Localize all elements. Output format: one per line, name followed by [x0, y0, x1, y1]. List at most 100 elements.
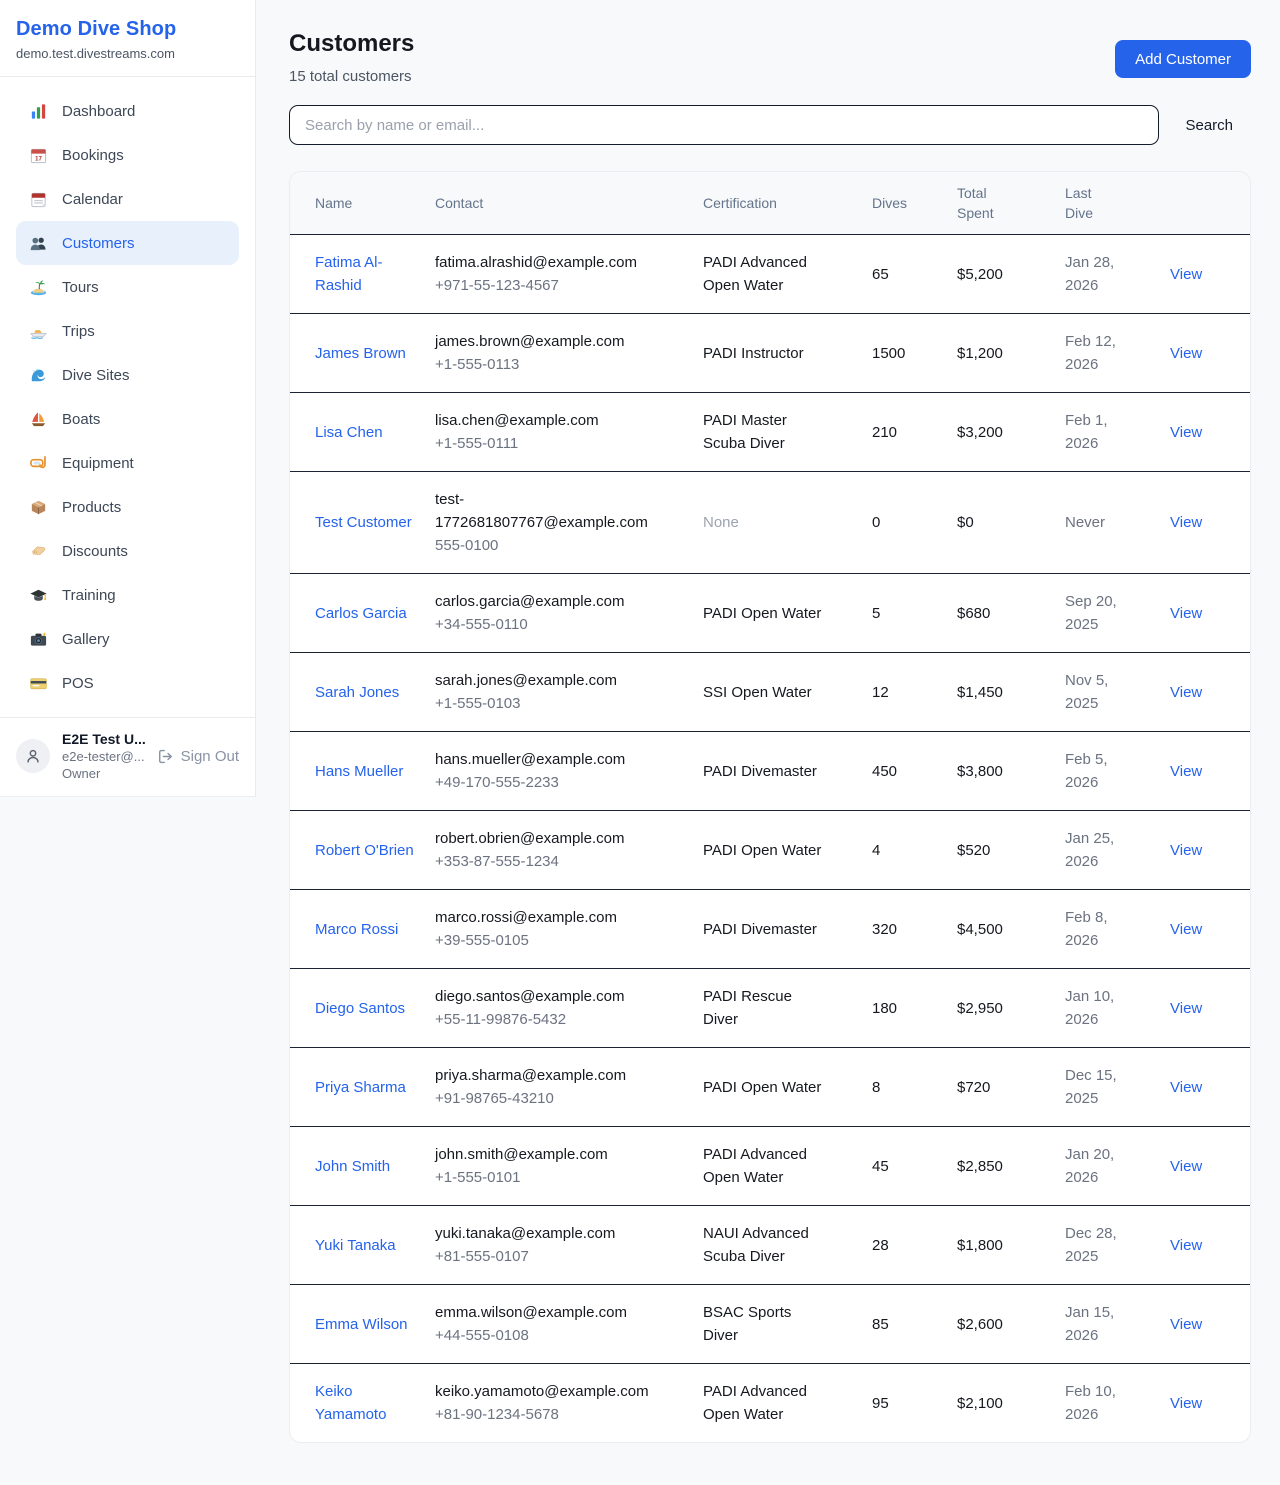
cell-total-spent: $2,600: [957, 1285, 1065, 1364]
customer-certification: PADI Advanced Open Water: [703, 1143, 829, 1189]
table-row: James Brown james.brown@example.com +1-5…: [290, 314, 1251, 393]
search-button[interactable]: Search: [1185, 117, 1233, 134]
page-title: Customers: [289, 30, 414, 58]
customer-name-link[interactable]: Hans Mueller: [315, 763, 403, 780]
view-link[interactable]: View: [1170, 514, 1202, 531]
table-row: Sarah Jones sarah.jones@example.com +1-5…: [290, 653, 1251, 732]
customer-last-dive: Feb 12, 2026: [1065, 330, 1131, 376]
cell-contact: yuki.tanaka@example.com +81-555-0107: [435, 1206, 703, 1285]
cell-total-spent: $720: [957, 1048, 1065, 1127]
customer-name-link[interactable]: Yuki Tanaka: [315, 1237, 396, 1254]
customer-name-link[interactable]: John Smith: [315, 1158, 390, 1175]
customer-dives: 45: [872, 1158, 889, 1175]
sidebar-item-dashboard[interactable]: Dashboard: [16, 89, 239, 133]
view-link[interactable]: View: [1170, 424, 1202, 441]
app-root: Demo Dive Shop demo.test.divestreams.com…: [0, 0, 1280, 1443]
view-link[interactable]: View: [1170, 1316, 1202, 1333]
customer-phone: +81-90-1234-5678: [435, 1403, 649, 1426]
person-outline-icon: [24, 747, 42, 765]
cell-name: Priya Sharma: [290, 1048, 435, 1127]
sidebar-item-calendar[interactable]: Calendar: [16, 177, 239, 221]
view-link[interactable]: View: [1170, 1395, 1202, 1412]
sidebar-item-customers[interactable]: Customers: [16, 221, 239, 265]
sidebar-item-bookings[interactable]: Bookings: [16, 133, 239, 177]
customer-phone: +91-98765-43210: [435, 1087, 626, 1110]
cell-certification: BSAC Sports Diver: [703, 1285, 872, 1364]
sign-out-button[interactable]: Sign Out: [157, 748, 239, 765]
view-link[interactable]: View: [1170, 1000, 1202, 1017]
cell-certification: PADI Advanced Open Water: [703, 1364, 872, 1443]
customer-name-link[interactable]: Robert O'Brien: [315, 842, 414, 859]
customer-name-link[interactable]: James Brown: [315, 345, 406, 362]
customer-email: james.brown@example.com: [435, 330, 624, 353]
customer-phone: +55-11-99876-5432: [435, 1008, 625, 1031]
cell-certification: PADI Open Water: [703, 574, 872, 653]
cell-dives: 5: [872, 574, 957, 653]
cell-name: Carlos Garcia: [290, 574, 435, 653]
sidebar-item-training[interactable]: Training: [16, 573, 239, 617]
view-link[interactable]: View: [1170, 266, 1202, 283]
cell-total-spent: $2,850: [957, 1127, 1065, 1206]
cell-last-dive: Jan 15, 2026: [1065, 1285, 1170, 1364]
customer-name-link[interactable]: Diego Santos: [315, 1000, 405, 1017]
view-link[interactable]: View: [1170, 684, 1202, 701]
user-info: E2E Test U... e2e-tester@... Owner: [62, 731, 145, 781]
add-customer-button[interactable]: Add Customer: [1115, 40, 1251, 78]
search-input[interactable]: [289, 105, 1159, 145]
customer-name-link[interactable]: Lisa Chen: [315, 424, 383, 441]
grad-cap-icon: [29, 586, 48, 605]
tag-icon: [29, 542, 48, 561]
sailboat-icon: [29, 410, 48, 429]
customer-name-link[interactable]: Emma Wilson: [315, 1316, 408, 1333]
cell-last-dive: Dec 28, 2025: [1065, 1206, 1170, 1285]
cell-contact: marco.rossi@example.com +39-555-0105: [435, 890, 703, 969]
column-header-dives: Dives: [872, 172, 957, 235]
customer-last-dive: Feb 8, 2026: [1065, 906, 1131, 952]
customer-certification: BSAC Sports Diver: [703, 1301, 829, 1347]
customer-last-dive: Feb 10, 2026: [1065, 1380, 1131, 1426]
cell-total-spent: $5,200: [957, 235, 1065, 314]
customer-last-dive: Nov 5, 2025: [1065, 669, 1131, 715]
cell-contact: james.brown@example.com +1-555-0113: [435, 314, 703, 393]
cell-contact: diego.santos@example.com +55-11-99876-54…: [435, 969, 703, 1048]
sidebar-item-products[interactable]: Products: [16, 485, 239, 529]
view-link[interactable]: View: [1170, 1237, 1202, 1254]
view-link[interactable]: View: [1170, 921, 1202, 938]
customer-name-link[interactable]: Priya Sharma: [315, 1079, 406, 1096]
sidebar-item-pos[interactable]: POS: [16, 661, 239, 705]
customer-total-spent: $2,950: [957, 1000, 1003, 1017]
cell-last-dive: Feb 1, 2026: [1065, 393, 1170, 472]
customer-name-link[interactable]: Marco Rossi: [315, 921, 398, 938]
view-link[interactable]: View: [1170, 842, 1202, 859]
customer-name-link[interactable]: Test Customer: [315, 514, 412, 531]
view-link[interactable]: View: [1170, 605, 1202, 622]
customer-name-link[interactable]: Fatima Al-Rashid: [315, 254, 383, 294]
view-link[interactable]: View: [1170, 763, 1202, 780]
view-link[interactable]: View: [1170, 345, 1202, 362]
customer-phone: +44-555-0108: [435, 1324, 627, 1347]
page-subtitle: 15 total customers: [289, 68, 414, 85]
sidebar-item-equipment[interactable]: Equipment: [16, 441, 239, 485]
customer-certification: None: [703, 511, 739, 534]
cell-last-dive: Feb 10, 2026: [1065, 1364, 1170, 1443]
cell-total-spent: $1,800: [957, 1206, 1065, 1285]
sidebar-item-boats[interactable]: Boats: [16, 397, 239, 441]
customer-name-link[interactable]: Keiko Yamamoto: [315, 1383, 386, 1423]
sidebar-item-dive-sites[interactable]: Dive Sites: [16, 353, 239, 397]
sidebar-item-gallery[interactable]: Gallery: [16, 617, 239, 661]
customer-dives: 5: [872, 605, 880, 622]
sidebar-item-tours[interactable]: Tours: [16, 265, 239, 309]
customer-dives: 210: [872, 424, 897, 441]
cell-total-spent: $680: [957, 574, 1065, 653]
view-link[interactable]: View: [1170, 1158, 1202, 1175]
cell-last-dive: Jan 25, 2026: [1065, 811, 1170, 890]
customer-total-spent: $2,600: [957, 1316, 1003, 1333]
customer-certification: PADI Divemaster: [703, 918, 817, 941]
customer-name-link[interactable]: Carlos Garcia: [315, 605, 407, 622]
customer-dives: 8: [872, 1079, 880, 1096]
sidebar-item-discounts[interactable]: Discounts: [16, 529, 239, 573]
customer-name-link[interactable]: Sarah Jones: [315, 684, 399, 701]
sidebar-item-trips[interactable]: Trips: [16, 309, 239, 353]
customer-phone: +1-555-0111: [435, 432, 599, 455]
view-link[interactable]: View: [1170, 1079, 1202, 1096]
